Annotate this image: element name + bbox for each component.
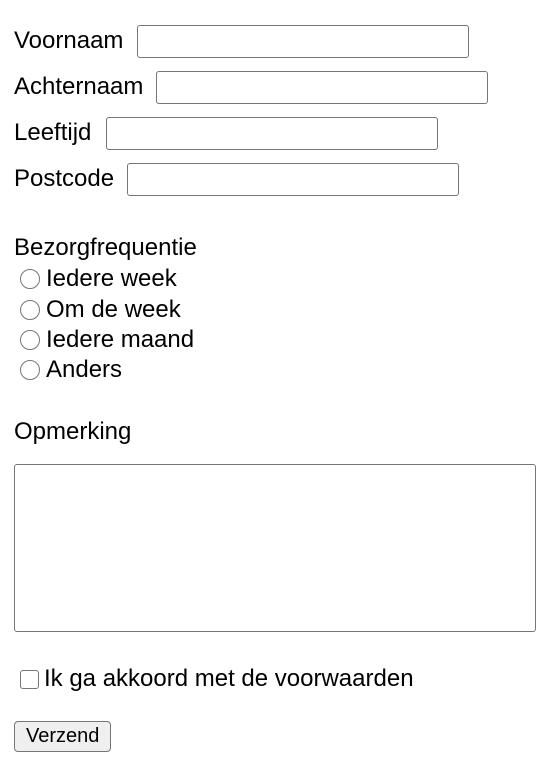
radio-button-icon[interactable] — [20, 330, 40, 350]
frequency-heading: Bezorgfrequentie — [14, 234, 197, 261]
age-input[interactable] — [106, 116, 439, 150]
first-name-row: Voornaam — [14, 24, 470, 58]
frequency-option-label: Om de week — [46, 296, 181, 323]
postal-code-label: Postcode — [14, 165, 115, 192]
radio-button-icon[interactable] — [20, 269, 40, 289]
remark-textarea[interactable] — [14, 464, 536, 632]
terms-label: Ik ga akkoord met de voorwaarden — [44, 665, 414, 692]
frequency-option-label: Iedere week — [46, 265, 177, 292]
first-name-input[interactable] — [137, 24, 470, 58]
terms-checkbox[interactable] — [20, 669, 39, 689]
terms-row[interactable]: Ik ga akkoord met de voorwaarden — [20, 664, 414, 694]
frequency-option-label: Anders — [46, 356, 123, 383]
radio-button-icon[interactable] — [20, 360, 40, 380]
last-name-input[interactable] — [156, 70, 489, 104]
frequency-option[interactable]: Om de week — [20, 295, 181, 325]
frequency-option[interactable]: Iedere maand — [20, 325, 194, 355]
age-row: Leeftijd — [14, 116, 439, 150]
first-name-label: Voornaam — [14, 27, 124, 54]
last-name-row: Achternaam — [14, 70, 489, 104]
submit-button[interactable]: Verzend — [14, 721, 112, 752]
postal-code-row: Postcode — [14, 162, 460, 196]
postal-code-input[interactable] — [127, 162, 460, 196]
last-name-label: Achternaam — [14, 73, 144, 100]
frequency-option-label: Iedere maand — [46, 326, 195, 353]
age-label: Leeftijd — [14, 119, 92, 146]
remark-heading: Opmerking — [14, 418, 132, 445]
frequency-option[interactable]: Anders — [20, 355, 122, 385]
radio-button-icon[interactable] — [20, 300, 40, 320]
frequency-option[interactable]: Iedere week — [20, 264, 177, 294]
